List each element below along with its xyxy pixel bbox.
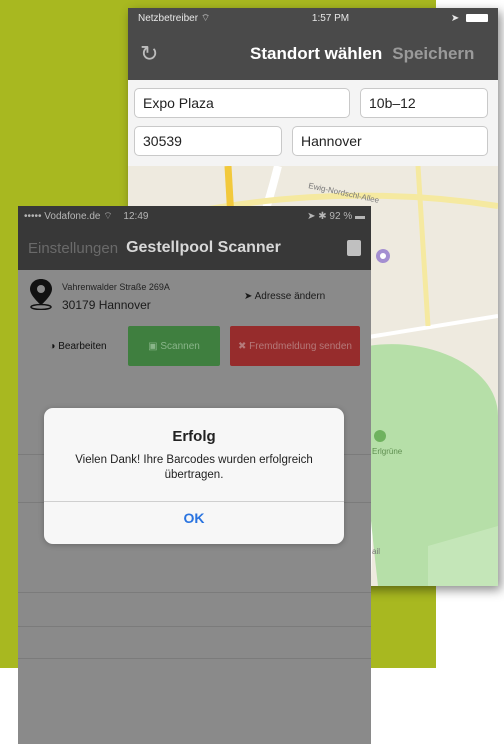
clock-front: 12:49 xyxy=(123,210,149,222)
back-button[interactable]: Einstellungen xyxy=(28,240,118,257)
edit-icon: ◑ xyxy=(49,340,59,352)
list-divider xyxy=(18,626,371,627)
scan-label: Scannen xyxy=(160,340,200,352)
status-bar: Netzbetreiber ⌔ 1:57 PM ➤ xyxy=(128,8,498,28)
action-buttons: ◑ Bearbeiten ▣ Scannen ✖ Fremdmeldung se… xyxy=(18,322,371,370)
city-field[interactable]: Hannover xyxy=(292,126,488,156)
edit-button[interactable]: ◑ Bearbeiten xyxy=(28,326,128,366)
city-label: 30179 Hannover xyxy=(62,298,151,312)
location-arrow-icon: ➤ xyxy=(450,12,460,24)
edit-label: Bearbeiten xyxy=(58,340,107,352)
camera-icon: ▣ xyxy=(148,340,161,352)
change-address-label: Adresse ändern xyxy=(254,291,326,302)
carrier-label-front: ••••• Vodafone.de xyxy=(24,210,101,222)
carrier-label: Netzbetreiber xyxy=(138,12,199,24)
address-block: Vahrenwalder Straße 269A 30179 Hannover … xyxy=(18,270,371,322)
nav-bar-front: Einstellungen Gestellpool Scanner xyxy=(18,226,371,270)
house-number-field[interactable]: 10b–12 xyxy=(360,88,488,118)
wifi-icon: ⌔ xyxy=(200,12,211,24)
close-icon: ✖ xyxy=(237,340,250,352)
refresh-icon[interactable]: ↻ xyxy=(140,41,180,67)
success-alert: Erfolg Vielen Dank! Ihre Barcodes wurden… xyxy=(44,408,344,544)
address-form: Expo Plaza 10b–12 30539 Hannover xyxy=(128,80,498,170)
map-partial-label: ail xyxy=(372,547,380,556)
navigation-arrow-icon: ➤ xyxy=(244,291,253,302)
ok-button[interactable]: OK xyxy=(44,510,344,526)
street-field[interactable]: Expo Plaza xyxy=(134,88,350,118)
save-button[interactable]: Speichern xyxy=(392,44,474,64)
location-marker-icon xyxy=(30,279,52,310)
wifi-icon: ⌔ xyxy=(103,210,113,222)
scan-button[interactable]: ▣ Scannen xyxy=(128,326,220,366)
list-divider xyxy=(18,592,371,593)
street-label: Vahrenwalder Straße 269A xyxy=(62,282,170,292)
list-divider xyxy=(18,658,371,659)
bluetooth-icon: ✱ xyxy=(318,210,327,222)
change-address-button[interactable]: ➤ Adresse ändern xyxy=(244,291,325,302)
battery-icon: ▬ xyxy=(355,210,365,222)
battery-icon xyxy=(465,13,488,22)
clock: 1:57 PM xyxy=(311,12,350,24)
alert-title: Erfolg xyxy=(172,428,216,445)
page-title: Standort wählen xyxy=(250,44,383,63)
app-title: Gestellpool Scanner xyxy=(126,239,281,256)
location-arrow-icon: ➤ xyxy=(307,210,316,222)
park-label: Erlgrüne xyxy=(372,447,403,456)
battery-percent: 92 % xyxy=(329,210,353,222)
status-bar-front: ••••• Vodafone.de ⌔ 12:49 ➤ ✱ 92 % ▬ xyxy=(18,206,371,226)
alert-divider xyxy=(44,501,344,502)
postcode-field[interactable]: 30539 xyxy=(134,126,282,156)
nav-bar: ↻ Standort wählen Speichern xyxy=(128,28,498,80)
alert-message: Vielen Dank! Ihre Barcodes wurden erfolg… xyxy=(75,454,313,481)
map-pin-icon[interactable] xyxy=(347,240,361,256)
send-error-label: Fremdmeldung senden xyxy=(249,340,352,352)
send-error-button[interactable]: ✖ Fremdmeldung senden xyxy=(230,326,360,366)
